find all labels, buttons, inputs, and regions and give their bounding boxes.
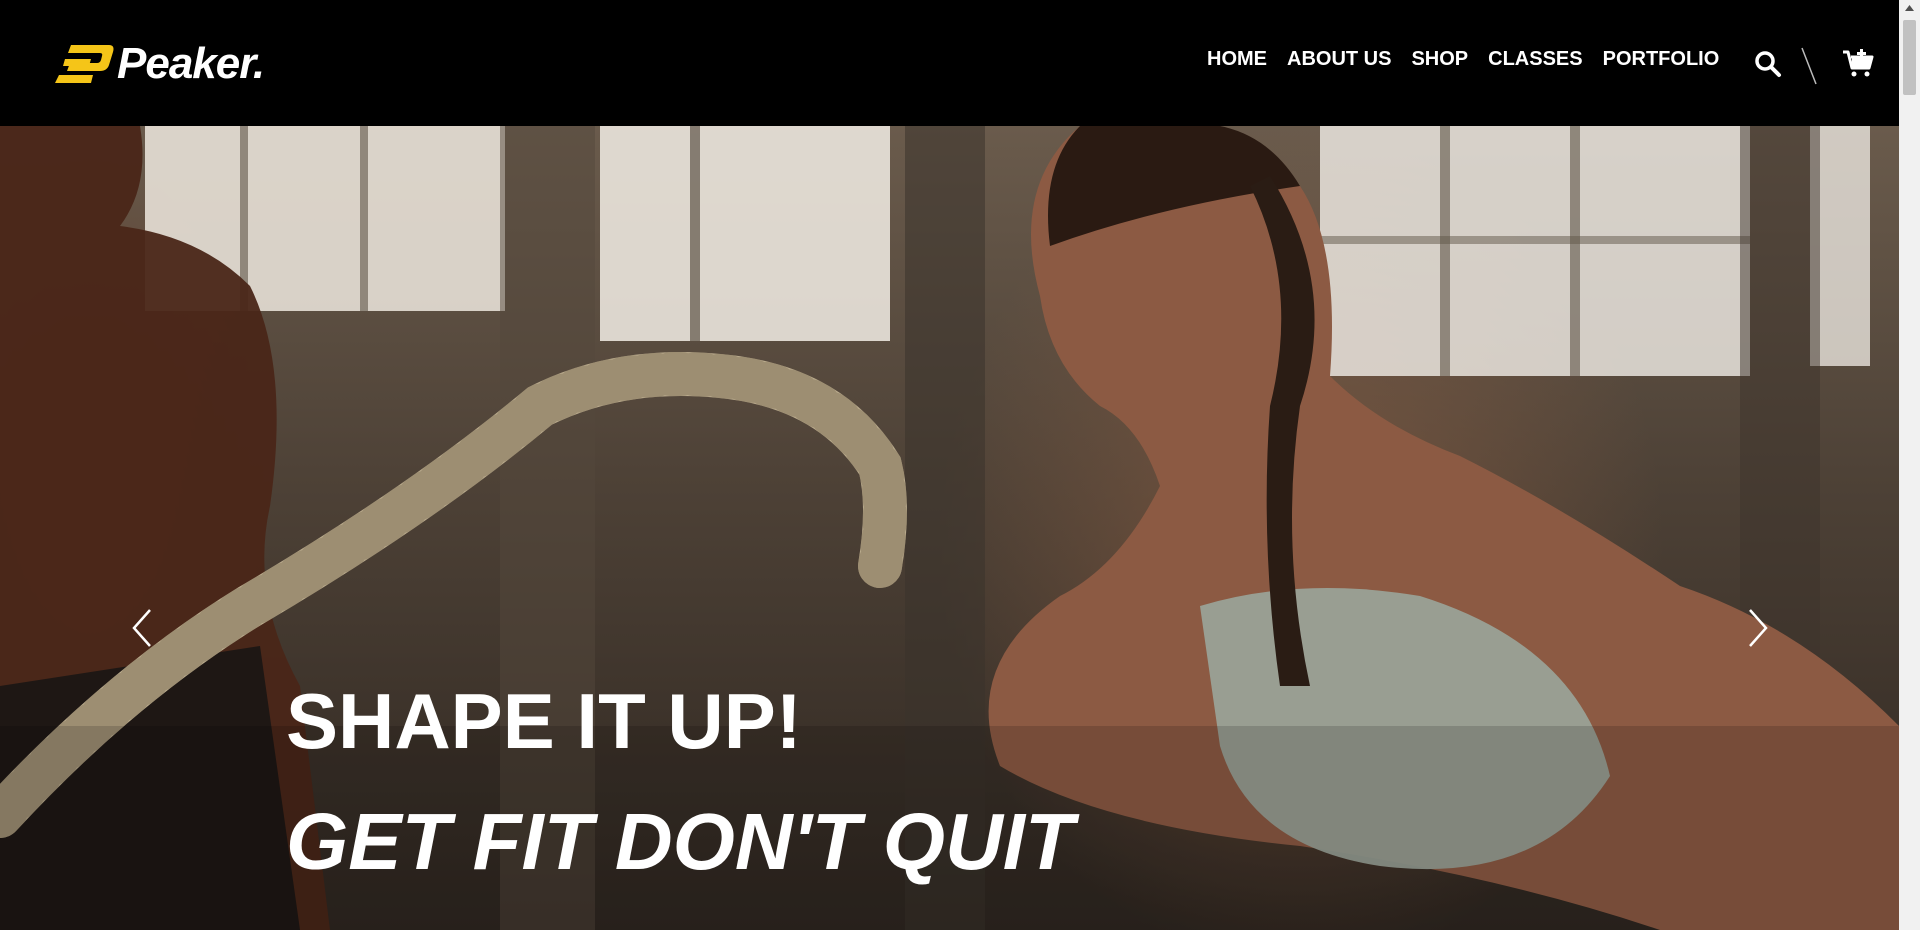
site-header: Peaker. HOME ABOUT US SHOP CLASSES PORTF… (0, 0, 1899, 126)
main-nav: HOME ABOUT US SHOP CLASSES PORTFOLIO (1207, 48, 1719, 71)
chevron-right-icon[interactable] (1742, 606, 1772, 650)
hero-slider: SHAPE IT UP! GET FIT DON'T QUIT (0, 126, 1899, 930)
cart-icon[interactable] (1842, 48, 1874, 78)
header-divider (1801, 47, 1817, 85)
nav-item-classes[interactable]: CLASSES (1488, 48, 1582, 71)
nav-item-shop[interactable]: SHOP (1411, 48, 1468, 71)
hero-headline: SHAPE IT UP! (286, 677, 802, 765)
nav-item-about-us[interactable]: ABOUT US (1287, 48, 1391, 71)
nav-item-home[interactable]: HOME (1207, 48, 1267, 71)
chevron-left-icon[interactable] (128, 606, 158, 650)
page-scrollbar[interactable] (1899, 0, 1920, 930)
search-icon[interactable] (1754, 50, 1782, 78)
brand-name: Peaker. (117, 39, 265, 88)
logo-mark-icon (55, 45, 114, 83)
scroll-up-arrow-icon[interactable] (1899, 0, 1920, 17)
hero-subline: GET FIT DON'T QUIT (286, 797, 1074, 886)
brand-logo[interactable]: Peaker. (53, 39, 265, 88)
nav-item-portfolio[interactable]: PORTFOLIO (1603, 48, 1720, 71)
scrollbar-thumb[interactable] (1903, 20, 1916, 95)
